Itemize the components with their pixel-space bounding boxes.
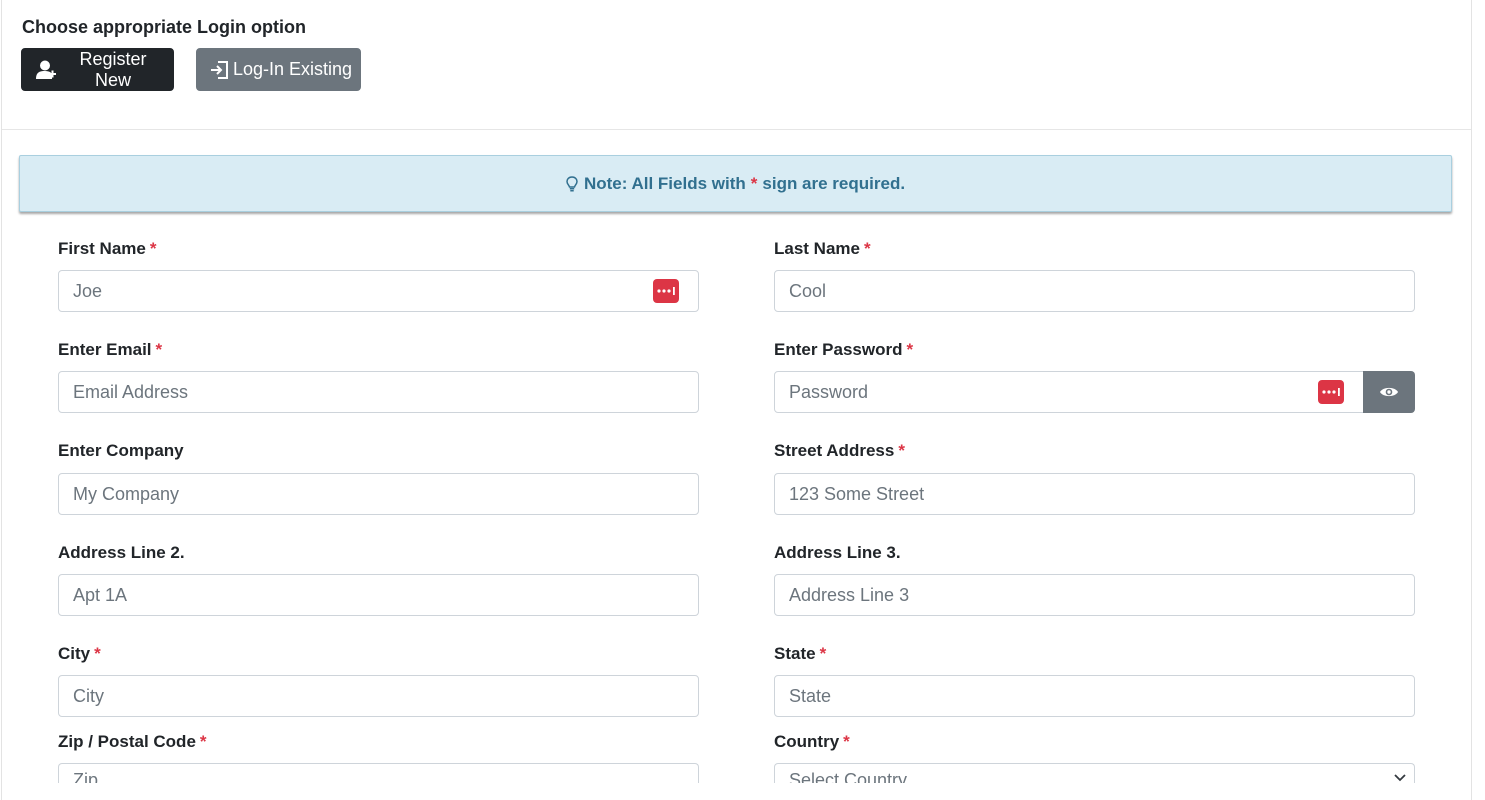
country-label: Country * — [774, 732, 850, 751]
password-input[interactable]: Password — [774, 371, 1365, 413]
first-name-input[interactable]: Joe — [58, 270, 699, 312]
sign-in-icon — [209, 59, 231, 81]
company-input[interactable]: My Company — [58, 473, 699, 515]
street-address-input[interactable]: 123 Some Street — [774, 473, 1415, 515]
state-label: State * — [774, 644, 827, 663]
zip-input[interactable]: Zip — [58, 763, 699, 783]
lightbulb-icon — [566, 175, 578, 192]
note-required-star: * — [750, 173, 758, 193]
zip-label: Zip / Postal Code * — [58, 732, 207, 751]
city-input[interactable]: City — [58, 675, 699, 717]
address-line-2-label: Address Line 2. — [58, 543, 185, 562]
email-label: Enter Email * — [58, 340, 163, 359]
street-address-label: Street Address * — [774, 441, 905, 460]
last-name-input[interactable]: Cool — [774, 270, 1415, 312]
company-label: Enter Company — [58, 441, 184, 460]
address-line-3-input[interactable]: Address Line 3 — [774, 574, 1415, 616]
login-existing-button[interactable]: Log-In Existing — [196, 48, 361, 91]
last-name-label: Last Name * — [774, 239, 871, 258]
chevron-down-icon — [1394, 774, 1406, 782]
toggle-password-button[interactable] — [1363, 371, 1415, 413]
password-manager-icon[interactable] — [653, 279, 679, 303]
address-line-3-label: Address Line 3. — [774, 543, 901, 562]
register-new-button[interactable]: Register New — [21, 48, 174, 91]
email-input[interactable]: Email Address — [58, 371, 699, 413]
user-plus-icon — [35, 59, 57, 81]
password-label: Enter Password * — [774, 340, 914, 359]
password-manager-icon[interactable] — [1318, 380, 1344, 404]
login-options-title: Choose appropriate Login option — [22, 17, 306, 37]
first-name-label: First Name * — [58, 239, 157, 258]
country-select[interactable]: Select Country — [774, 763, 1415, 783]
address-line-2-input[interactable]: Apt 1A — [58, 574, 699, 616]
city-label: City * — [58, 644, 101, 663]
login-existing-label: Log-In Existing — [233, 59, 353, 79]
register-new-label: Register New — [79, 48, 147, 90]
eye-icon — [1380, 387, 1398, 397]
required-fields-note: Note: All Fields with * sign are require… — [19, 155, 1452, 212]
note-prefix: Note: All Fields with — [583, 173, 746, 193]
state-input[interactable]: State — [774, 675, 1415, 717]
note-suffix: sign are required. — [762, 173, 906, 193]
